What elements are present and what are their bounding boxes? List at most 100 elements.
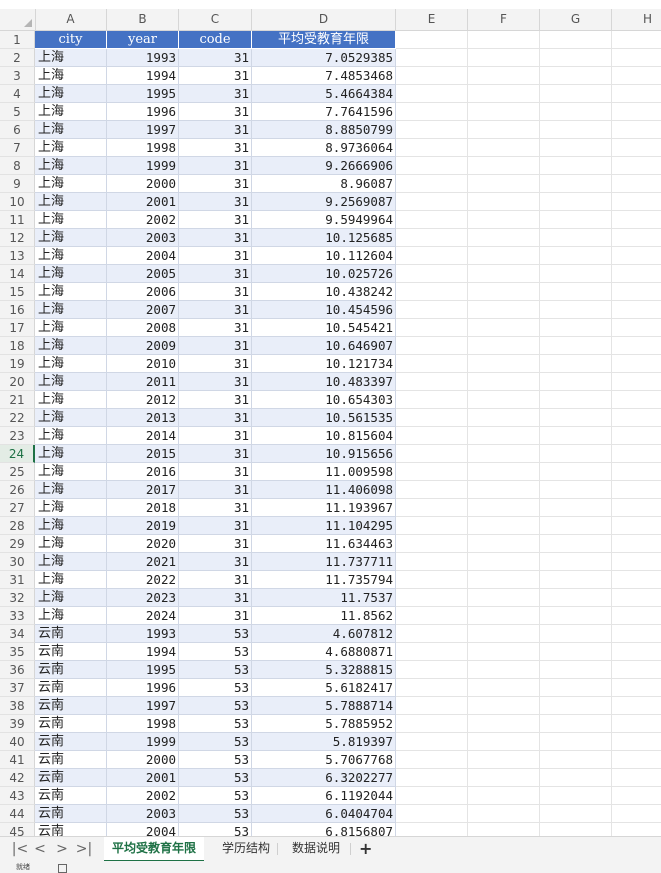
empty-cell[interactable] <box>612 499 661 517</box>
city-cell[interactable]: 云南 <box>35 661 107 679</box>
empty-cell[interactable] <box>612 553 661 571</box>
empty-cell[interactable] <box>612 175 661 193</box>
year-cell[interactable]: 2008 <box>107 319 179 337</box>
empty-cell[interactable] <box>540 175 612 193</box>
year-cell[interactable]: 1995 <box>107 661 179 679</box>
empty-cell[interactable] <box>540 643 612 661</box>
row-header[interactable]: 5 <box>0 103 35 121</box>
row-header[interactable]: 33 <box>0 607 35 625</box>
empty-cell[interactable] <box>396 193 468 211</box>
empty-cell[interactable] <box>612 427 661 445</box>
education-years-cell[interactable]: 5.7885952 <box>252 715 396 733</box>
empty-cell[interactable] <box>612 535 661 553</box>
year-cell[interactable]: 2001 <box>107 193 179 211</box>
city-cell[interactable]: 上海 <box>35 427 107 445</box>
row-header[interactable]: 43 <box>0 787 35 805</box>
empty-cell[interactable] <box>468 193 540 211</box>
code-cell[interactable]: 31 <box>179 373 252 391</box>
empty-cell[interactable] <box>396 463 468 481</box>
empty-cell[interactable] <box>540 283 612 301</box>
empty-cell[interactable] <box>396 409 468 427</box>
education-years-cell[interactable]: 11.406098 <box>252 481 396 499</box>
year-cell[interactable]: 2018 <box>107 499 179 517</box>
empty-cell[interactable] <box>468 715 540 733</box>
year-cell[interactable]: 2013 <box>107 409 179 427</box>
empty-cell[interactable] <box>468 373 540 391</box>
city-cell[interactable]: 上海 <box>35 67 107 85</box>
empty-cell[interactable] <box>540 697 612 715</box>
city-cell[interactable]: 上海 <box>35 211 107 229</box>
code-cell[interactable]: 31 <box>179 607 252 625</box>
education-years-cell[interactable]: 9.5949964 <box>252 211 396 229</box>
empty-cell[interactable] <box>540 499 612 517</box>
empty-cell[interactable] <box>468 67 540 85</box>
education-years-cell[interactable]: 11.737711 <box>252 553 396 571</box>
empty-cell[interactable] <box>396 715 468 733</box>
education-years-cell[interactable]: 11.634463 <box>252 535 396 553</box>
education-years-cell[interactable]: 5.819397 <box>252 733 396 751</box>
code-cell[interactable]: 31 <box>179 121 252 139</box>
code-cell[interactable]: 31 <box>179 265 252 283</box>
empty-cell[interactable] <box>468 229 540 247</box>
empty-cell[interactable] <box>612 517 661 535</box>
code-cell[interactable]: 31 <box>179 571 252 589</box>
empty-cell[interactable] <box>540 589 612 607</box>
empty-cell[interactable] <box>468 733 540 751</box>
empty-cell[interactable] <box>468 463 540 481</box>
code-cell[interactable]: 53 <box>179 679 252 697</box>
year-cell[interactable]: 2011 <box>107 373 179 391</box>
empty-cell[interactable] <box>612 805 661 823</box>
empty-cell[interactable] <box>396 769 468 787</box>
code-cell[interactable]: 31 <box>179 319 252 337</box>
city-cell[interactable]: 上海 <box>35 391 107 409</box>
row-header[interactable]: 13 <box>0 247 35 265</box>
empty-cell[interactable] <box>396 49 468 67</box>
header-cell-education-years[interactable]: 平均受教育年限 <box>252 31 396 49</box>
empty-cell[interactable] <box>612 787 661 805</box>
city-cell[interactable]: 上海 <box>35 355 107 373</box>
empty-cell[interactable] <box>396 733 468 751</box>
city-cell[interactable]: 云南 <box>35 769 107 787</box>
city-cell[interactable]: 上海 <box>35 373 107 391</box>
column-header-a[interactable]: A <box>35 9 107 30</box>
empty-cell[interactable] <box>396 175 468 193</box>
empty-cell[interactable] <box>540 607 612 625</box>
code-cell[interactable]: 31 <box>179 409 252 427</box>
empty-cell[interactable] <box>468 607 540 625</box>
empty-cell[interactable] <box>468 211 540 229</box>
education-years-cell[interactable]: 6.1192044 <box>252 787 396 805</box>
year-cell[interactable]: 2012 <box>107 391 179 409</box>
row-header[interactable]: 41 <box>0 751 35 769</box>
education-years-cell[interactable]: 10.545421 <box>252 319 396 337</box>
empty-cell[interactable] <box>396 625 468 643</box>
city-cell[interactable]: 上海 <box>35 139 107 157</box>
code-cell[interactable]: 31 <box>179 589 252 607</box>
year-cell[interactable]: 2001 <box>107 769 179 787</box>
education-years-cell[interactable]: 10.483397 <box>252 373 396 391</box>
code-cell[interactable]: 53 <box>179 733 252 751</box>
empty-cell[interactable] <box>540 463 612 481</box>
empty-cell[interactable] <box>468 355 540 373</box>
empty-cell[interactable] <box>468 571 540 589</box>
row-header[interactable]: 26 <box>0 481 35 499</box>
row-header[interactable]: 4 <box>0 85 35 103</box>
empty-cell[interactable] <box>540 751 612 769</box>
code-cell[interactable]: 31 <box>179 355 252 373</box>
empty-cell[interactable] <box>612 445 661 463</box>
sheet-tab[interactable]: 学历结构 <box>214 837 278 860</box>
city-cell[interactable]: 上海 <box>35 463 107 481</box>
empty-cell[interactable] <box>612 31 661 49</box>
empty-cell[interactable] <box>468 85 540 103</box>
empty-cell[interactable] <box>396 355 468 373</box>
sheet-tab[interactable]: 平均受教育年限 <box>104 837 205 862</box>
empty-cell[interactable] <box>540 715 612 733</box>
year-cell[interactable]: 2015 <box>107 445 179 463</box>
empty-cell[interactable] <box>468 445 540 463</box>
empty-cell[interactable] <box>612 769 661 787</box>
code-cell[interactable]: 31 <box>179 481 252 499</box>
empty-cell[interactable] <box>540 319 612 337</box>
empty-cell[interactable] <box>612 67 661 85</box>
empty-cell[interactable] <box>396 31 468 49</box>
city-cell[interactable]: 云南 <box>35 679 107 697</box>
empty-cell[interactable] <box>468 49 540 67</box>
